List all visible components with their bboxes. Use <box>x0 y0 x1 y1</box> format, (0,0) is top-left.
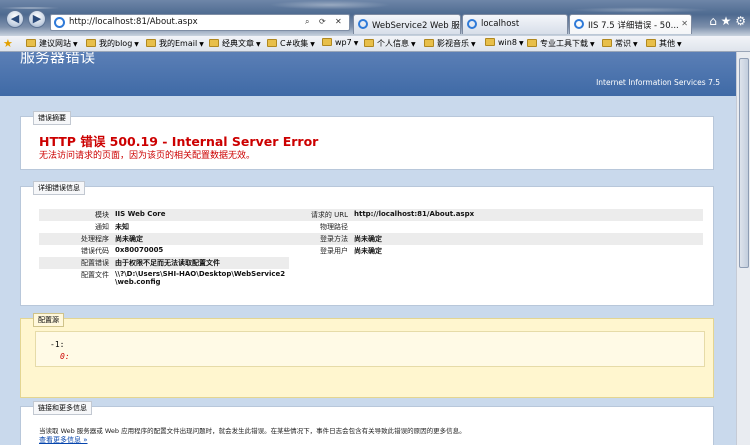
stop-icon[interactable]: ✕ <box>335 17 342 26</box>
ie-icon <box>358 19 368 29</box>
table-row: 模块 IIS Web Core <box>39 209 289 221</box>
table-row: 处理程序 尚未确定 <box>39 233 289 245</box>
close-tab-icon[interactable]: ✕ <box>681 19 688 28</box>
folder-icon <box>364 39 374 47</box>
tab-webservice[interactable]: WebService2 Web 服务 <box>353 14 461 34</box>
table-row: 配置文件 \\?\D:\Users\SHI-HAO\Desktop\WebServ… <box>80 270 286 286</box>
links-panel: 链接和更多信息 当读取 Web 服务器或 Web 应用程序的配置文件出现问题时，… <box>20 401 714 445</box>
folder-icon <box>602 39 612 47</box>
links-description: 当读取 Web 服务器或 Web 应用程序的配置文件出现问题时，就会发生此错误。… <box>39 427 466 435</box>
scrollbar-thumb[interactable] <box>739 58 749 268</box>
error-banner: 服务器错误 Internet Information Services 7.5 <box>0 52 736 96</box>
fav-item[interactable]: win8 ▼ <box>485 38 524 47</box>
folder-icon <box>322 38 332 46</box>
code-line: -1: <box>50 340 65 349</box>
table-row: 通知 未知 <box>94 223 129 231</box>
address-input[interactable]: http://localhost:81/About.aspx <box>69 17 198 27</box>
search-icon[interactable]: ⌕ <box>305 17 309 27</box>
fav-item[interactable]: 常识 ▼ <box>602 38 638 49</box>
page-content: 服务器错误 Internet Information Services 7.5 … <box>0 52 736 445</box>
config-code-block: -1: 0: <box>35 331 705 367</box>
favorites-star-icon[interactable]: ★ <box>721 14 732 28</box>
browser-title-bar: ◀ ▶ http://localhost:81/About.aspx ⌕ ⟳ ✕… <box>0 0 750 36</box>
folder-icon <box>527 39 537 47</box>
panel-caption[interactable]: 配置源 <box>33 313 64 327</box>
folder-icon <box>267 39 277 47</box>
vertical-scrollbar[interactable] <box>736 52 750 445</box>
detailed-error-panel: 详细错误信息 模块 IIS Web Core 通知 未知 处理程序 尚未确定 错误代码… <box>20 181 714 306</box>
table-row: 请求的 URL http://localhost:81/About.aspx <box>283 209 703 221</box>
fav-item[interactable]: 专业工具下载 ▼ <box>527 38 595 49</box>
gear-icon[interactable]: ⚙ <box>735 14 746 28</box>
panel-caption[interactable]: 链接和更多信息 <box>33 401 92 415</box>
fav-item[interactable]: 建议网站 ▼ <box>26 38 78 49</box>
forward-button[interactable]: ▶ <box>28 10 46 28</box>
refresh-icon[interactable]: ⟳ <box>319 17 326 26</box>
more-info-link[interactable]: 查看更多信息 » <box>39 435 88 445</box>
folder-icon <box>424 39 434 47</box>
table-row: 登录方法 尚未确定 <box>283 233 703 245</box>
folder-icon <box>86 39 96 47</box>
fav-item[interactable]: 我的Email ▼ <box>146 38 204 49</box>
tab-iis-error[interactable]: IIS 7.5 详细错误 - 50... ✕ <box>569 14 692 34</box>
fav-item[interactable]: C#收集 ▼ <box>267 38 315 49</box>
content-area: 错误摘要 HTTP 错误 500.19 - Internal Server Er… <box>0 96 736 445</box>
ie-icon <box>54 17 65 28</box>
product-name: Internet Information Services 7.5 <box>596 78 720 87</box>
folder-icon <box>146 39 156 47</box>
panel-caption[interactable]: 错误摘要 <box>33 111 71 125</box>
favorites-bar: ★ 建议网站 ▼ 我的blog ▼ 我的Email ▼ 经典文章 ▼ C#收集 ▼ wp7… <box>0 36 750 52</box>
folder-icon <box>485 38 495 46</box>
panel-caption[interactable]: 详细错误信息 <box>33 181 85 195</box>
favorites-icon[interactable]: ★ <box>3 37 13 50</box>
home-icon[interactable]: ⌂ <box>709 14 717 28</box>
fav-item[interactable]: wp7 ▼ <box>322 38 358 47</box>
table-row: 登录用户 尚未确定 <box>320 247 382 255</box>
ie-icon <box>467 19 477 29</box>
ie-icon <box>574 19 584 29</box>
fav-item[interactable]: 个人信息 ▼ <box>364 38 416 49</box>
banner-title: 服务器错误 <box>20 52 96 66</box>
error-message: 无法访问请求的页面，因为该页的相关配置数据无效。 <box>39 151 256 161</box>
fav-item[interactable]: 影视音乐 ▼ <box>424 38 476 49</box>
error-summary-panel: 错误摘要 HTTP 错误 500.19 - Internal Server Er… <box>20 111 714 170</box>
folder-icon <box>209 39 219 47</box>
address-bar[interactable]: http://localhost:81/About.aspx ⌕ ⟳ ✕ <box>50 14 350 31</box>
fav-item[interactable]: 经典文章 ▼ <box>209 38 261 49</box>
table-row: 配置错误 由于权限不足而无法读取配置文件 <box>39 257 289 269</box>
fav-item[interactable]: 其他 ▼ <box>646 38 682 49</box>
tab-localhost[interactable]: localhost <box>462 14 568 34</box>
back-button[interactable]: ◀ <box>6 10 24 28</box>
folder-icon <box>26 39 36 47</box>
browser-window: ◀ ▶ http://localhost:81/About.aspx ⌕ ⟳ ✕… <box>0 0 750 445</box>
code-line: 0: <box>60 352 70 361</box>
fav-item[interactable]: 我的blog ▼ <box>86 38 139 49</box>
table-row: 物理路径 <box>320 223 348 231</box>
details-left-table: 模块 IIS Web Core 通知 未知 处理程序 尚未确定 错误代码 0x80070… <box>39 209 289 287</box>
details-right-table: 请求的 URL http://localhost:81/About.aspx 物理… <box>283 209 703 257</box>
toolbar-icons: ⌂ ★ ⚙ <box>709 14 746 28</box>
folder-icon <box>646 39 656 47</box>
table-row: 错误代码 0x80070005 <box>80 246 164 255</box>
config-source-panel: 配置源 -1: 0: <box>20 313 714 398</box>
